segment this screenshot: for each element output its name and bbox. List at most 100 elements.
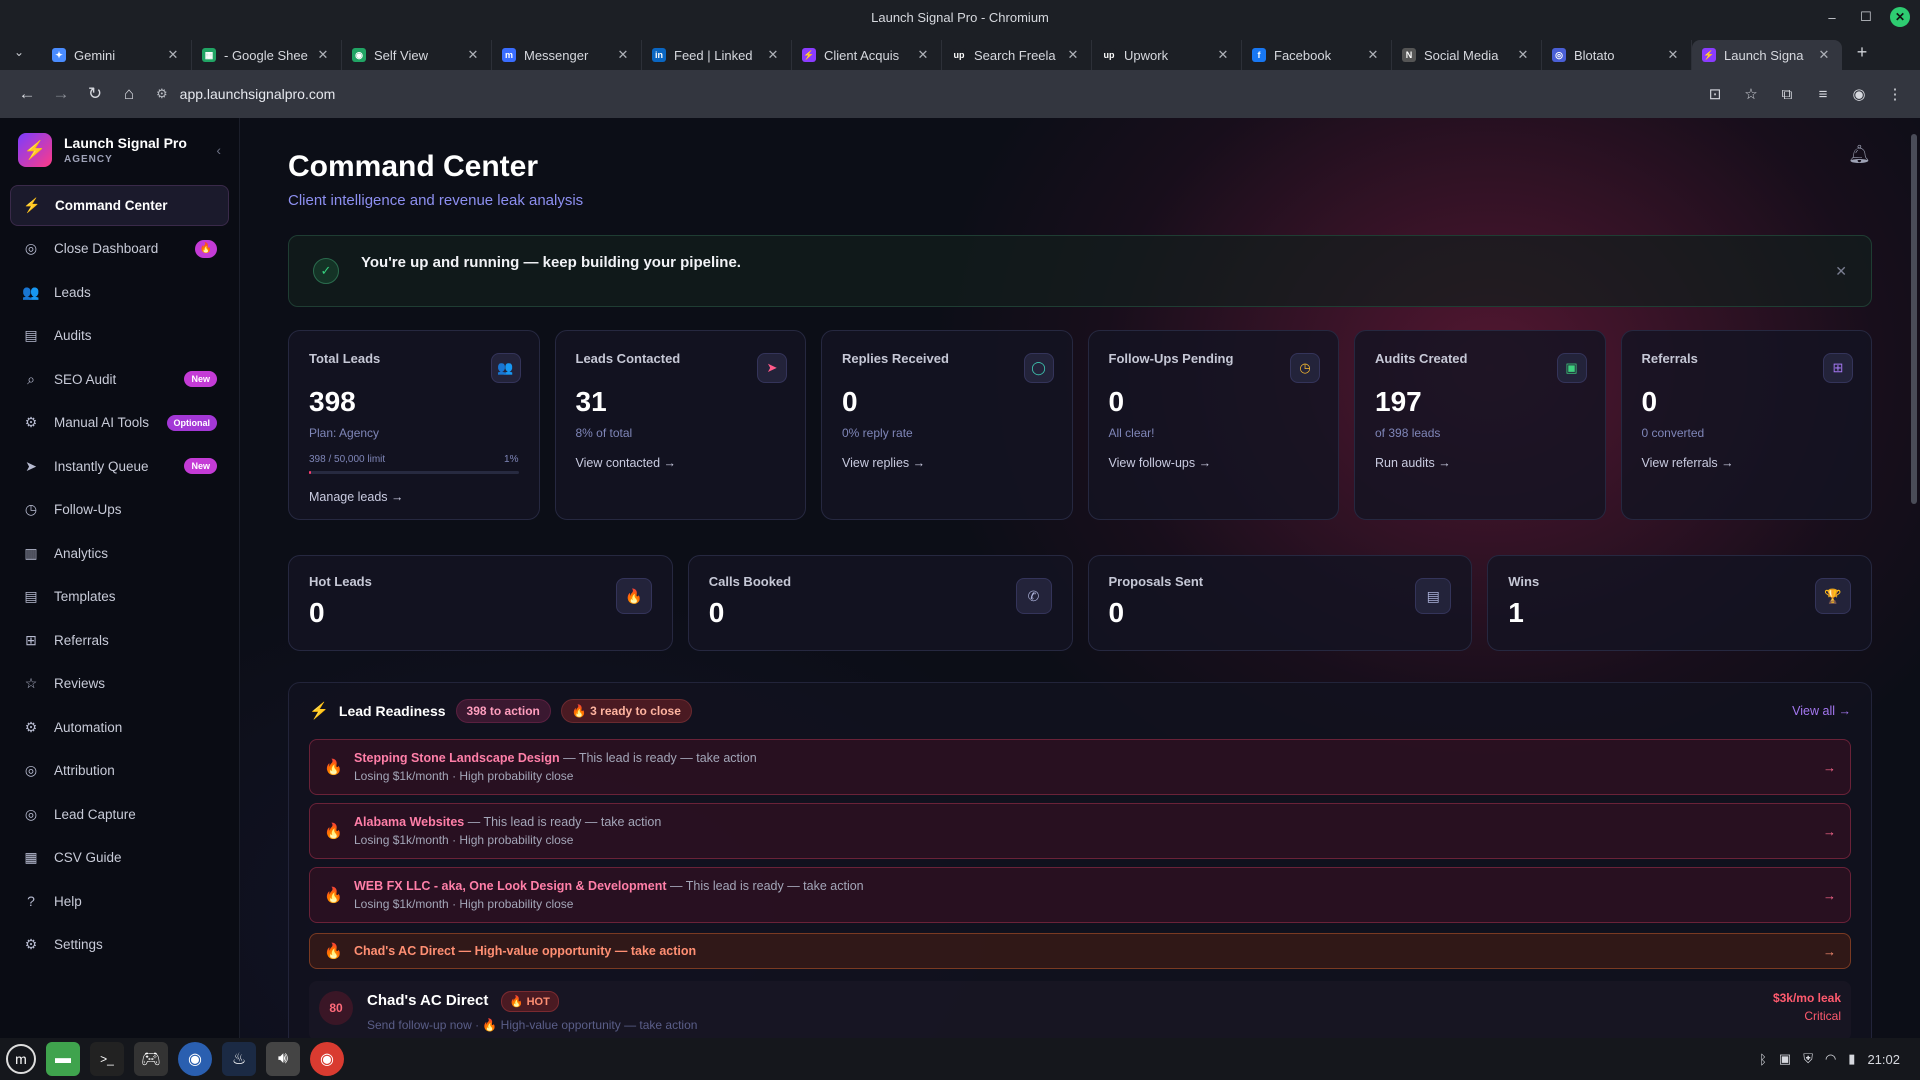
tab-title: Upwork xyxy=(1124,47,1169,63)
tab-search-icon[interactable]: ⌄ xyxy=(8,38,30,66)
close-tab-icon[interactable]: ✕ xyxy=(1215,47,1231,63)
terminal-icon[interactable]: >_ xyxy=(90,1042,124,1076)
profile-icon[interactable]: ◉ xyxy=(1848,83,1870,105)
maximize-icon[interactable]: ☐ xyxy=(1856,7,1876,27)
page-title: Command Center xyxy=(288,150,539,183)
shield-icon[interactable]: ⛨ xyxy=(1803,1051,1813,1067)
sidebar-item-command-center[interactable]: ⚡ Command Center xyxy=(10,184,229,226)
sidebar-item-templates[interactable]: ▤ Templates xyxy=(10,576,229,617)
start-menu-icon[interactable]: m xyxy=(6,1044,36,1074)
chromium-icon[interactable]: ◉ xyxy=(178,1042,212,1076)
sidebar-item-reviews[interactable]: ☆ Reviews xyxy=(10,663,229,704)
view-all-link[interactable]: View all → xyxy=(1792,704,1851,718)
lead-name[interactable]: WEB FX LLC - aka, One Look Design & Deve… xyxy=(354,879,667,893)
notifications-bell-icon[interactable]: 🔔︎ xyxy=(1848,144,1872,168)
steam-icon[interactable]: ♨ xyxy=(222,1042,256,1076)
close-tab-icon[interactable]: ✕ xyxy=(915,47,931,63)
browser-tab[interactable]: ⚡ Launch Signa ✕ xyxy=(1692,40,1842,70)
extensions-icon[interactable]: ⧉ xyxy=(1776,83,1798,105)
sidebar-item-help[interactable]: ? Help xyxy=(10,881,229,922)
stat-link[interactable]: View referrals → xyxy=(1642,456,1852,470)
browser-tab[interactable]: up Upwork ✕ xyxy=(1092,40,1242,70)
files-icon[interactable]: ▬ xyxy=(46,1042,80,1076)
ready-lead-row[interactable]: 🔥 Alabama Websites — This lead is ready —… xyxy=(309,803,1851,859)
sidebar-item-automation[interactable]: ⚙ Automation xyxy=(10,707,229,748)
sidebar-item-manual-ai-tools[interactable]: ⚙ Manual AI Tools Optional xyxy=(10,402,229,443)
volume-app-icon[interactable]: 🔊︎ xyxy=(266,1042,300,1076)
close-tab-icon[interactable]: ✕ xyxy=(1816,47,1832,63)
close-tab-icon[interactable]: ✕ xyxy=(465,47,481,63)
sidebar-item-csv-guide[interactable]: ▦ CSV Guide xyxy=(10,837,229,878)
close-tab-icon[interactable]: ✕ xyxy=(765,47,781,63)
battery-icon[interactable]: ▮ xyxy=(1848,1051,1855,1067)
stat-link[interactable]: Manage leads → xyxy=(309,490,519,504)
close-tab-icon[interactable]: ✕ xyxy=(1365,47,1381,63)
close-tab-icon[interactable]: ✕ xyxy=(315,47,331,63)
stat-link[interactable]: Run audits → xyxy=(1375,456,1585,470)
back-icon[interactable]: ← xyxy=(10,77,44,111)
ready-lead-row[interactable]: 🔥 WEB FX LLC - aka, One Look Design & Dev… xyxy=(309,867,1851,923)
menu-kebab-icon[interactable]: ⋮ xyxy=(1884,83,1906,105)
browser-tab[interactable]: ◉ Self View ✕ xyxy=(342,40,492,70)
scrollbar-thumb[interactable] xyxy=(1911,134,1917,504)
sidebar-item-instantly-queue[interactable]: ➤ Instantly Queue New xyxy=(10,446,229,487)
sidebar-item-follow-ups[interactable]: ◷ Follow-Ups xyxy=(10,489,229,530)
browser-tab[interactable]: ▦ - Google Shee ✕ xyxy=(192,40,342,70)
browser-tab[interactable]: f Facebook ✕ xyxy=(1242,40,1392,70)
tab-favicon-icon: m xyxy=(502,48,516,62)
browser-tab[interactable]: m Messenger ✕ xyxy=(492,40,642,70)
sidebar-item-settings[interactable]: ⚙ Settings xyxy=(10,924,229,965)
sidebar-item-attribution[interactable]: ◎ Attribution xyxy=(10,750,229,791)
clock[interactable]: 21:02 xyxy=(1867,1052,1900,1067)
chrome-icon[interactable]: ◉ xyxy=(310,1042,344,1076)
reload-icon[interactable]: ↻ xyxy=(78,77,112,111)
close-tab-icon[interactable]: ✕ xyxy=(165,47,181,63)
ready-lead-list: 🔥 Stepping Stone Landscape Design — This … xyxy=(309,739,1851,923)
browser-tab[interactable]: up Search Freela ✕ xyxy=(942,40,1092,70)
clipboard-icon[interactable]: ▣ xyxy=(1779,1051,1791,1067)
home-icon[interactable]: ⌂ xyxy=(112,77,146,111)
ready-lead-row[interactable]: 🔥 Stepping Stone Landscape Design — This … xyxy=(309,739,1851,795)
usage-limit: 398 / 50,000 limit 1% xyxy=(309,454,519,465)
site-info-icon[interactable]: ⚙ xyxy=(156,86,168,102)
minimize-icon[interactable]: – xyxy=(1822,7,1842,27)
sidebar-item-leads[interactable]: 👥 Leads xyxy=(10,272,229,313)
sidebar-item-referrals[interactable]: ⊞ Referrals xyxy=(10,620,229,661)
media-controls-icon[interactable]: ≡ xyxy=(1812,83,1834,105)
dismiss-banner-icon[interactable]: ✕ xyxy=(1835,263,1847,280)
close-window-icon[interactable]: ✕ xyxy=(1890,7,1910,27)
opportunity-row[interactable]: 🔥 Chad's AC Direct — High-value opportun… xyxy=(309,933,1851,969)
hot-lead-row[interactable]: 80 Chad's AC Direct 🔥 HOT Send follow-up… xyxy=(309,981,1851,1038)
sidebar-item-analytics[interactable]: ▥ Analytics xyxy=(10,533,229,574)
game-controller-icon[interactable]: 🎮︎ xyxy=(134,1042,168,1076)
url-field[interactable]: ⚙ app.launchsignalpro.com xyxy=(156,86,1704,102)
browser-tab[interactable]: ⚡ Client Acquis ✕ xyxy=(792,40,942,70)
sidebar-item-lead-capture[interactable]: ◎ Lead Capture xyxy=(10,794,229,835)
stat-link[interactable]: View follow-ups → xyxy=(1109,456,1319,470)
sidebar-item-audits[interactable]: ▤ Audits xyxy=(10,315,229,356)
close-tab-icon[interactable]: ✕ xyxy=(615,47,631,63)
browser-tab[interactable]: in Feed | Linked ✕ xyxy=(642,40,792,70)
lead-name[interactable]: Alabama Websites xyxy=(354,815,464,829)
sidebar-item-seo-audit[interactable]: ⌕ SEO Audit New xyxy=(10,359,229,400)
browser-tab[interactable]: ✦ Gemini ✕ xyxy=(42,40,192,70)
close-tab-icon[interactable]: ✕ xyxy=(1515,47,1531,63)
bookmark-star-icon[interactable]: ☆ xyxy=(1740,83,1762,105)
install-app-icon[interactable]: ⊡ xyxy=(1704,83,1726,105)
wifi-icon[interactable]: ◠ xyxy=(1825,1051,1836,1067)
sidebar-item-close-dashboard[interactable]: ◎ Close Dashboard 🔥 xyxy=(10,228,229,269)
forward-icon[interactable]: → xyxy=(44,77,78,111)
lead-name[interactable]: Stepping Stone Landscape Design xyxy=(354,751,560,765)
close-tab-icon[interactable]: ✕ xyxy=(1065,47,1081,63)
close-tab-icon[interactable]: ✕ xyxy=(1665,47,1681,63)
bluetooth-icon[interactable]: ᛒ xyxy=(1759,1052,1767,1067)
page-scrollbar[interactable] xyxy=(1910,118,1918,1038)
browser-tab[interactable]: N Social Media ✕ xyxy=(1392,40,1542,70)
browser-tab[interactable]: ◎ Blotato ✕ xyxy=(1542,40,1692,70)
instantly-queue-icon: ➤ xyxy=(25,457,37,474)
new-tab-button[interactable]: + xyxy=(1848,38,1876,66)
collapse-sidebar-icon[interactable]: ‹ xyxy=(216,142,221,158)
usage-progress-bar xyxy=(309,471,519,474)
stat-link[interactable]: View contacted → xyxy=(576,456,786,470)
stat-link[interactable]: View replies → xyxy=(842,456,1052,470)
